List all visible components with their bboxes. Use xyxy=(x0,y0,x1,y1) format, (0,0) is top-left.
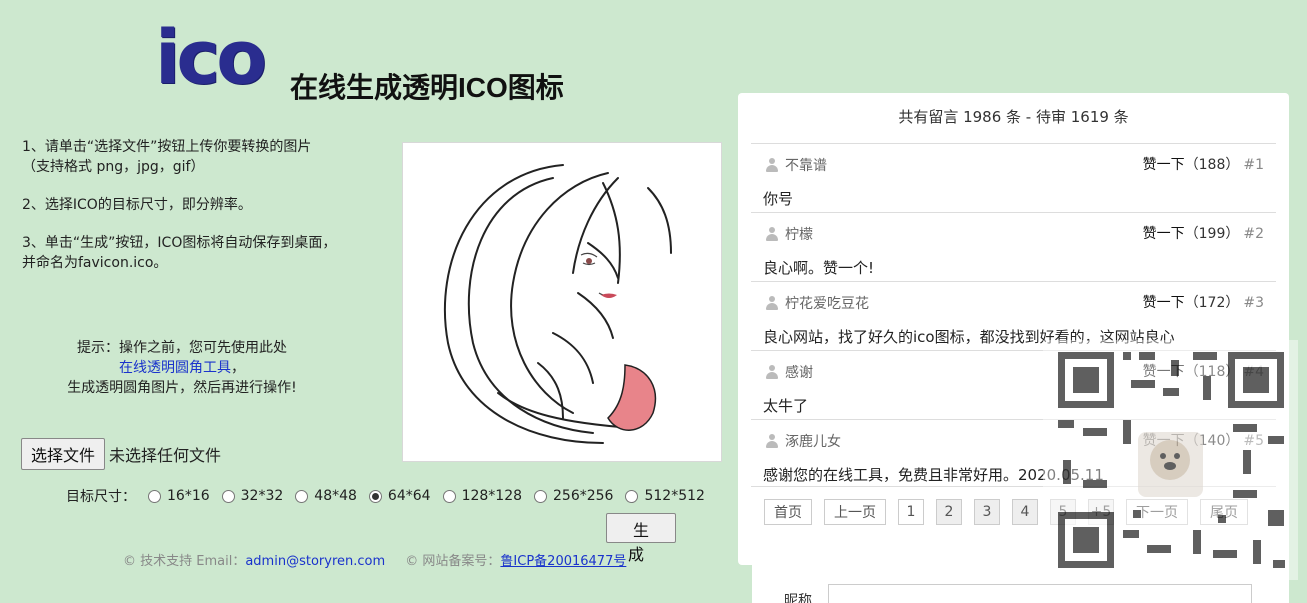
file-chooser: 选择文件 未选择任何文件 xyxy=(21,438,221,470)
comment-user: 柠檬 xyxy=(765,224,813,244)
user-icon xyxy=(765,227,779,241)
comment-username: 涿鹿儿女 xyxy=(785,434,841,450)
target-size-label: 目标尺寸： xyxy=(66,489,136,505)
comment-text: 你号 xyxy=(763,190,794,208)
step1-line1: 1、请单击“选择文件”按钮上传你要转换的图片 xyxy=(22,139,312,155)
file-status: 未选择任何文件 xyxy=(109,446,222,465)
comment-index: #3 xyxy=(1243,295,1264,311)
preview-lips xyxy=(601,293,617,298)
user-icon xyxy=(765,434,779,448)
comment-username: 柠檬 xyxy=(785,227,813,243)
user-icon xyxy=(765,296,779,310)
comment-item: 不靠谱 赞一下（188） #1 你号 xyxy=(751,143,1276,212)
support-prefix: © 技术支持 Email： xyxy=(123,554,246,569)
like-count: （172） xyxy=(1184,295,1240,311)
size-option-512[interactable]: 512*512 xyxy=(625,488,705,504)
like-button[interactable]: 赞一下（199） #2 xyxy=(1143,223,1264,243)
size-option-label: 512*512 xyxy=(644,488,705,504)
comments-summary: 共有留言 1986 条 - 待审 1619 条 xyxy=(898,108,1129,126)
like-label: 赞一下 xyxy=(1142,157,1185,173)
comment-index: #2 xyxy=(1243,226,1264,242)
step2: 2、选择ICO的目标尺寸，即分辨率。 xyxy=(22,197,252,213)
like-label: 赞一下 xyxy=(1142,226,1185,242)
tip: 提示：操作之前，您可先使用此处 在线透明圆角工具， 生成透明圆角图片，然后再进行… xyxy=(22,338,342,398)
size-option-label: 32*32 xyxy=(240,488,284,504)
size-option-32[interactable]: 32*32 xyxy=(221,488,284,504)
comment-text: 良心啊。赞一个! xyxy=(763,259,875,277)
step3-line1: 3、单击“生成”按钮，ICO图标将自动保存到桌面， xyxy=(22,235,337,251)
comment-username: 感谢 xyxy=(785,365,813,381)
page-title: 在线生成透明ICO图标 xyxy=(290,72,564,103)
like-count: （199） xyxy=(1184,226,1240,242)
like-count: （188） xyxy=(1184,157,1240,173)
like-button[interactable]: 赞一下（188） #1 xyxy=(1143,154,1264,174)
preview-illustration xyxy=(443,164,672,444)
comment-item: 柠檬 赞一下（199） #2 良心啊。赞一个! xyxy=(751,212,1276,281)
like-label: 赞一下 xyxy=(1142,295,1185,311)
size-option-label: 128*128 xyxy=(461,488,523,504)
logo-text: ico xyxy=(155,15,267,101)
tip-link-suffix: ， xyxy=(231,360,245,376)
radio-48[interactable] xyxy=(295,489,309,503)
qr-code-overlay[interactable] xyxy=(1043,340,1298,580)
preview-eye xyxy=(586,258,592,264)
comment-username: 不靠谱 xyxy=(785,158,827,174)
comment-user: 柠花爱吃豆花 xyxy=(765,293,869,313)
size-option-label: 48*48 xyxy=(314,488,357,504)
page-first[interactable]: 首页 xyxy=(764,499,812,525)
radio-64[interactable] xyxy=(368,489,382,503)
user-icon xyxy=(765,158,779,172)
comment-user: 感谢 xyxy=(765,362,813,382)
comment-user: 不靠谱 xyxy=(765,155,827,175)
tip-line3: 生成透明圆角图片，然后再进行操作! xyxy=(67,380,297,396)
size-option-256[interactable]: 256*256 xyxy=(534,488,613,504)
support-email-link[interactable]: admin@storyren.com xyxy=(245,554,385,569)
radio-512[interactable] xyxy=(625,489,639,503)
footer: © 技术支持 Email：admin@storyren.com © 网站备案号：… xyxy=(123,550,626,569)
size-option-label: 16*16 xyxy=(167,488,210,504)
size-option-label: 64*64 xyxy=(387,488,431,504)
page-3[interactable]: 3 xyxy=(974,499,1000,525)
nickname-input[interactable] xyxy=(828,584,1252,603)
generate-button[interactable]: 生 成 xyxy=(606,513,676,564)
page-4[interactable]: 4 xyxy=(1012,499,1038,525)
radio-16[interactable] xyxy=(148,489,161,503)
rounded-corner-tool-link[interactable]: 在线透明圆角工具 xyxy=(119,360,231,376)
comment-user: 涿鹿儿女 xyxy=(765,431,841,451)
tip-line1: 提示：操作之前，您可先使用此处 xyxy=(77,340,287,356)
choose-file-button[interactable]: 选择文件 xyxy=(21,438,106,470)
radio-256[interactable] xyxy=(534,489,548,503)
comment-index: #1 xyxy=(1243,157,1264,173)
icp-link[interactable]: 鲁ICP备20016477号 xyxy=(500,554,626,569)
size-option-label: 256*256 xyxy=(553,488,614,504)
user-icon xyxy=(765,365,779,379)
size-option-48[interactable]: 48*48 xyxy=(295,488,357,504)
size-option-64[interactable]: 64*64 xyxy=(368,488,431,504)
target-size-group: 目标尺寸： 16*16 32*32 48*48 64*64 128*128 25… xyxy=(66,486,717,506)
step3-line2: 并命名为favicon.ico。 xyxy=(22,255,168,271)
instructions: 1、请单击“选择文件”按钮上传你要转换的图片 （支持格式 png，jpg，gif… xyxy=(22,137,336,291)
step1-line2: （支持格式 png，jpg，gif） xyxy=(22,159,205,175)
comment-text: 太牛了 xyxy=(763,397,809,415)
size-option-128[interactable]: 128*128 xyxy=(442,488,523,504)
size-option-16[interactable]: 16*16 xyxy=(148,488,210,504)
image-preview xyxy=(402,142,722,462)
comment-username: 柠花爱吃豆花 xyxy=(785,296,869,312)
site-logo: ico xyxy=(155,18,285,98)
preview-shoulder xyxy=(607,364,657,431)
like-button[interactable]: 赞一下（172） #3 xyxy=(1143,292,1264,312)
page-prev[interactable]: 上一页 xyxy=(824,499,886,525)
page-2[interactable]: 2 xyxy=(936,499,962,525)
radio-128[interactable] xyxy=(442,489,456,503)
page-1[interactable]: 1 xyxy=(898,499,924,525)
icp-prefix: © 网站备案号： xyxy=(405,554,501,569)
nickname-label: 昵称 xyxy=(784,593,812,603)
radio-32[interactable] xyxy=(221,489,235,503)
